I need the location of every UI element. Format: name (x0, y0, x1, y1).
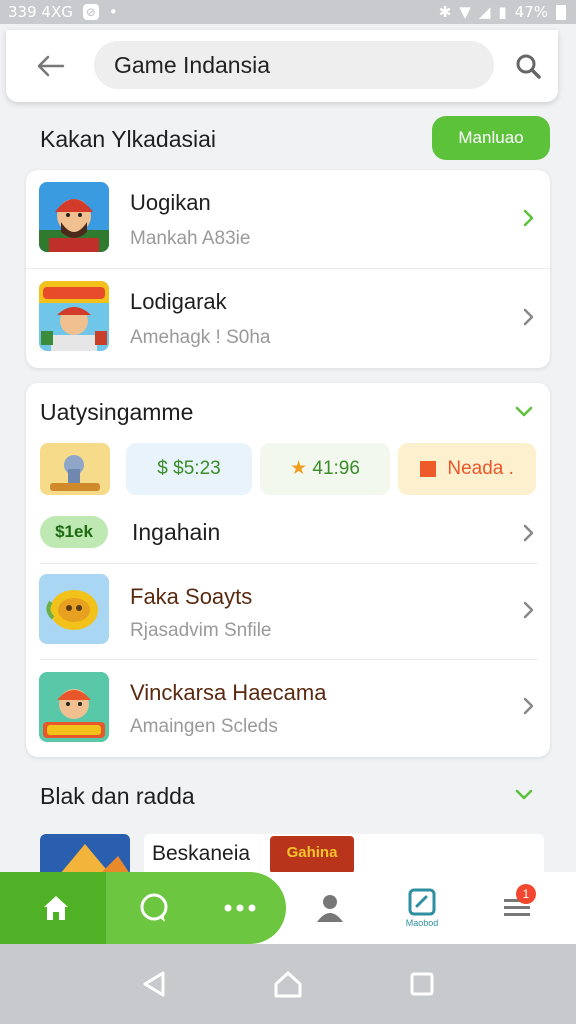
arrow-left-icon (37, 55, 65, 77)
nav-menu[interactable] (492, 872, 542, 944)
list-item[interactable]: Uogikan Mankah A83ie (26, 170, 550, 268)
status-bar: 339 4XG ⊘ • ✱ ▼ ◢ ▮ 47% (0, 0, 576, 24)
battery-percent: 47% (514, 3, 548, 21)
nav-tasks[interactable]: Maobod (392, 872, 452, 944)
nav-home[interactable] (30, 872, 82, 944)
section1-card: Uogikan Mankah A83ie Lodigarak Amehagk !… (26, 170, 550, 368)
square-outline-icon (410, 972, 434, 996)
chevron-right-icon (523, 697, 534, 715)
search-header: Game Indansia (6, 30, 558, 102)
back-button[interactable] (32, 48, 68, 84)
status-time: 339 4XG (8, 3, 73, 21)
section-title-3: Blak dan radda (40, 783, 195, 809)
wifi-icon: ▼ (459, 3, 471, 21)
game-thumbnail (40, 834, 130, 874)
list-item[interactable]: Lodigarak Amehagk ! S0ha (26, 269, 550, 368)
price-tag: $1ek (40, 516, 108, 548)
system-back-button[interactable] (134, 964, 174, 1004)
item-subtitle: Rjasadvim Snfile (130, 620, 272, 641)
game-thumbnail (39, 281, 109, 351)
row-title: Ingahain (132, 519, 221, 545)
triangle-back-icon (143, 971, 165, 997)
rating-chip[interactable]: ★ 41:96 (260, 443, 390, 495)
system-home-button[interactable] (268, 964, 308, 1004)
list-item[interactable]: Vinckarsa Haecama Amaingen Scleds (26, 660, 550, 757)
home-outline-icon (274, 971, 302, 998)
bluetooth-icon: ✱ (438, 3, 452, 21)
star-icon: ★ (290, 458, 308, 479)
chevron-right-icon (523, 308, 534, 326)
home-icon (44, 896, 68, 920)
nav-profile[interactable] (304, 872, 356, 944)
profile-icon (317, 895, 343, 922)
bottom-nav: Maobod 1 (0, 872, 576, 944)
item-title: Lodigarak (130, 289, 227, 314)
game-thumbnail (40, 443, 110, 495)
item-title: Faka Soayts (130, 584, 253, 609)
nav-tasks-label: Maobod (405, 918, 439, 928)
dollar-icon: $ (157, 458, 168, 479)
item-subtitle: Amaingen Scleds (130, 716, 278, 737)
notification-app-icon: ⊘ (82, 4, 99, 20)
notification-badge: 1 (516, 884, 536, 904)
battery-saver-icon: ▮ (498, 3, 507, 21)
search-button[interactable] (510, 48, 546, 84)
game-thumbnail (39, 574, 109, 644)
chevron-right-icon (523, 209, 534, 227)
search-icon (516, 54, 541, 79)
chevron-right-icon (523, 601, 534, 619)
item-title: Vinckarsa Haecama (130, 680, 327, 705)
nav-more[interactable] (214, 872, 266, 944)
search-input[interactable]: Game Indansia (94, 41, 494, 89)
item-title: Uogikan (130, 190, 211, 215)
notification-dot-icon: • (108, 3, 118, 21)
chat-icon (140, 893, 168, 922)
item-subtitle: Amehagk ! S0ha (130, 327, 271, 348)
category-chip[interactable]: Neada . (398, 443, 536, 495)
nav-chat[interactable] (128, 872, 180, 944)
price-chip[interactable]: $ $5:23 (126, 443, 252, 495)
game-thumbnail (39, 182, 109, 252)
item-subtitle: Mankah A83ie (130, 228, 251, 249)
section-title-1: Kakan Ylkadasiai (40, 126, 217, 152)
more-icon (224, 904, 256, 912)
system-recents-button[interactable] (402, 964, 442, 1004)
game-banner: Gahina (270, 836, 354, 874)
list-item[interactable]: Faka Soayts Rjasadvim Snfile (26, 564, 550, 659)
system-nav-bar (0, 944, 576, 1024)
section2-card: Uatysingamme $ $5:23 ★ 41:96 Neada . $1e… (26, 383, 550, 757)
tasks-icon (408, 888, 436, 916)
section1-action-button[interactable]: Manluao (432, 116, 550, 160)
game-thumbnail (39, 672, 109, 742)
section-title-2: Uatysingamme (40, 399, 194, 425)
chevron-down-icon[interactable] (514, 784, 534, 804)
list-item[interactable]: Beskaneia Gahina (144, 834, 544, 874)
chevron-right-icon[interactable] (518, 523, 538, 543)
square-icon (420, 460, 437, 477)
chevron-down-icon[interactable] (514, 401, 534, 421)
item-title: Beskaneia (152, 842, 251, 865)
signal-icon: ◢ (478, 3, 491, 21)
battery-icon (556, 4, 566, 20)
